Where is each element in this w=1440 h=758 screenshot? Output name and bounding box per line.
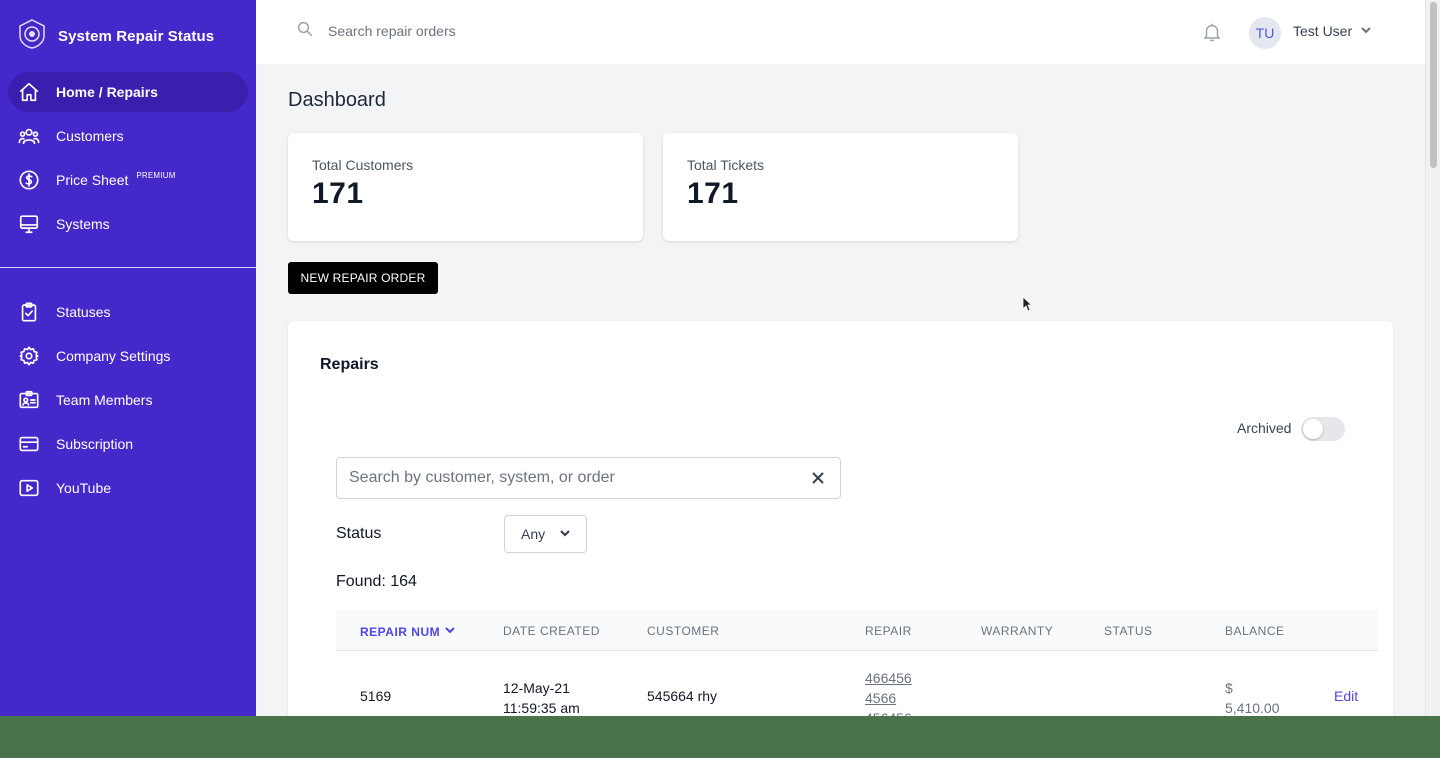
stat-value: 171 (687, 177, 739, 210)
sidebar-item-label: Systems (56, 216, 110, 232)
close-icon[interactable] (810, 470, 826, 486)
scrollbar-thumb[interactable] (1430, 2, 1437, 168)
customer-cell: 545664 rhy (647, 688, 718, 704)
home-icon (18, 81, 40, 103)
bottom-bar (0, 716, 1440, 758)
sidebar-item-label: Company Settings (56, 348, 171, 364)
stat-label: Total Customers (312, 157, 414, 173)
new-repair-order-button[interactable]: NEW REPAIR ORDER (288, 262, 438, 294)
monitor-icon (18, 213, 40, 235)
archived-toggle[interactable] (1301, 417, 1345, 441)
column-header-customer[interactable]: CUSTOMER (647, 624, 719, 638)
column-header-warranty[interactable]: WARRANTY (981, 624, 1053, 638)
sidebar-item-label: Statuses (56, 304, 111, 320)
stat-card-customers: Total Customers 171 (288, 133, 643, 241)
id-card-icon (18, 389, 40, 411)
chevron-down-icon (559, 526, 571, 542)
users-icon (18, 125, 40, 147)
gear-icon (18, 345, 40, 367)
stat-label: Total Tickets (687, 157, 765, 173)
play-icon (18, 477, 40, 499)
stat-value: 171 (312, 177, 364, 210)
primary-nav: Home / Repairs Customers Price Sheet PRE… (8, 72, 248, 248)
sidebar-item-subscription[interactable]: Subscription (8, 424, 248, 464)
repairs-title: Repairs (320, 356, 379, 373)
logo-icon (16, 18, 48, 55)
sidebar-item-label: Subscription (56, 436, 134, 452)
repair-link[interactable]: 4566 (865, 688, 912, 708)
repairs-search-input[interactable]: Search by customer, system, or order (336, 457, 841, 499)
avatar[interactable]: TU (1249, 17, 1281, 49)
table-header: REPAIR NUM DATE CREATED CUSTOMER REPAIR … (336, 609, 1378, 651)
sidebar-item-label: Home / Repairs (56, 84, 158, 100)
column-header-date-created[interactable]: DATE CREATED (503, 624, 600, 638)
secondary-nav: Statuses Company Settings Team Members S… (8, 292, 248, 512)
top-search[interactable]: Search repair orders (296, 20, 456, 41)
column-header-label: REPAIR NUM (360, 624, 441, 639)
sidebar-item-label: YouTube (56, 480, 112, 496)
sidebar: System Repair Status Home / Repairs Cust… (0, 0, 256, 716)
toggle-knob (1303, 419, 1323, 439)
status-select-value: Any (521, 526, 546, 542)
edit-link[interactable]: Edit (1334, 688, 1358, 704)
bell-icon[interactable] (1201, 21, 1223, 43)
sidebar-item-company-settings[interactable]: Company Settings (8, 336, 248, 376)
archived-label: Archived (1237, 420, 1292, 436)
user-name: Test User (1293, 23, 1353, 39)
credit-card-icon (18, 433, 40, 455)
user-menu[interactable]: Test User (1293, 23, 1372, 39)
app-title: System Repair Status (58, 27, 215, 45)
sidebar-item-price-sheet[interactable]: Price Sheet PREMIUM (8, 160, 248, 200)
balance-cell: $ 5,410.00 (1225, 678, 1280, 718)
sidebar-item-systems[interactable]: Systems (8, 204, 248, 244)
page-scrollbar[interactable] (1425, 0, 1440, 716)
repair-num-cell: 5169 (360, 688, 392, 704)
clipboard-check-icon (18, 301, 40, 323)
sidebar-item-youtube[interactable]: YouTube (8, 468, 248, 508)
page-title: Dashboard (288, 89, 386, 111)
date-value: 12-May-21 (503, 680, 570, 696)
repair-link[interactable]: 466456 (865, 668, 912, 688)
dollar-icon (18, 169, 40, 191)
premium-badge: PREMIUM (136, 170, 176, 180)
sidebar-item-label: Customers (56, 128, 124, 144)
sidebar-item-team-members[interactable]: Team Members (8, 380, 248, 420)
status-select[interactable]: Any (504, 515, 587, 553)
date-created-cell: 12-May-21 11:59:35 am (503, 678, 580, 718)
sidebar-item-label: Team Members (56, 392, 153, 408)
balance-amount: 5,410.00 (1225, 700, 1280, 716)
column-header-balance[interactable]: BALANCE (1225, 624, 1285, 638)
chevron-down-icon (444, 624, 456, 639)
sidebar-divider (0, 267, 256, 268)
top-bar: Search repair orders TU Test User (256, 0, 1425, 64)
stat-card-tickets: Total Tickets 171 (663, 133, 1018, 241)
column-header-repair[interactable]: REPAIR (865, 624, 912, 638)
sidebar-item-label: Price Sheet (56, 172, 129, 188)
brand[interactable]: System Repair Status (16, 16, 214, 56)
column-header-repair-num[interactable]: REPAIR NUM (360, 624, 456, 639)
repairs-panel: Repairs Archived Search by customer, sys… (288, 321, 1393, 741)
sidebar-item-statuses[interactable]: Statuses (8, 292, 248, 332)
column-header-status[interactable]: STATUS (1104, 624, 1153, 638)
status-filter-label: Status (336, 525, 382, 542)
results-count: Found: 164 (336, 573, 417, 590)
sidebar-item-customers[interactable]: Customers (8, 116, 248, 156)
mouse-cursor-icon (1022, 296, 1033, 312)
sidebar-item-home-repairs[interactable]: Home / Repairs (8, 72, 248, 112)
search-icon (296, 20, 314, 41)
chevron-down-icon (1360, 23, 1372, 39)
top-search-input[interactable]: Search repair orders (328, 23, 456, 39)
balance-currency: $ (1225, 680, 1233, 696)
time-value: 11:59:35 am (503, 700, 580, 716)
